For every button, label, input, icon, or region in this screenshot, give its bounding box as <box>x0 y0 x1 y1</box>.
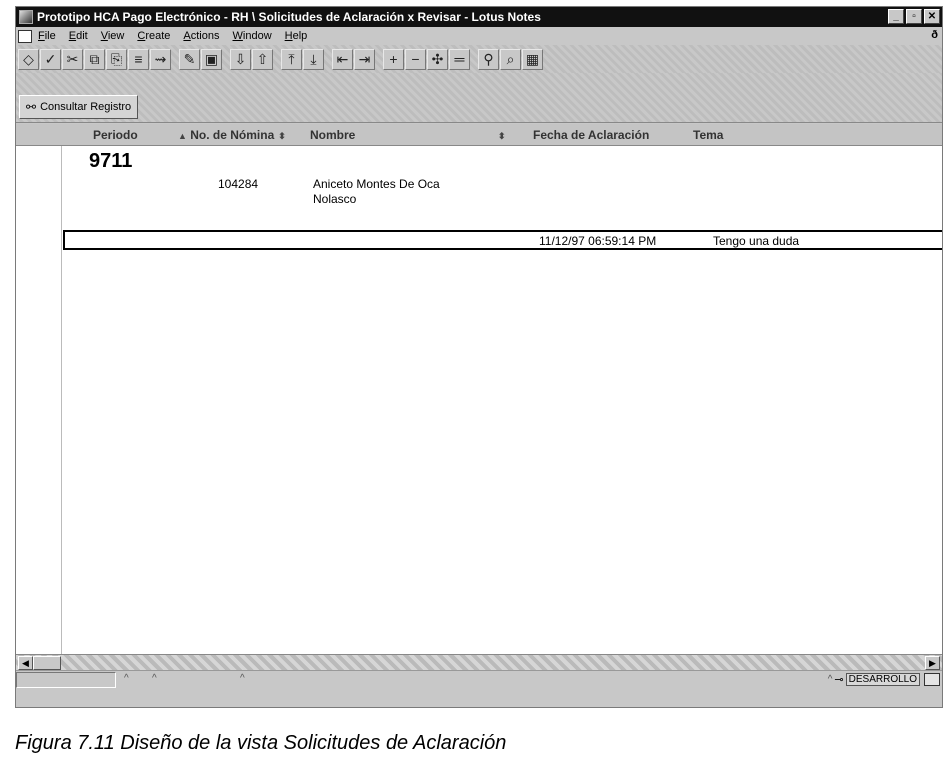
sort-toggle-icon[interactable]: ⬍ <box>278 131 286 141</box>
copy-icon[interactable]: ⧉ <box>84 48 105 70</box>
title-bar: Prototipo HCA Pago Electrónico - RH \ So… <box>16 7 942 27</box>
document-window-icon[interactable] <box>18 29 32 43</box>
menu-view[interactable]: View <box>101 30 125 42</box>
scroll-left-button[interactable]: ◀ <box>18 656 33 670</box>
menu-help[interactable]: Help <box>285 30 308 42</box>
scroll-thumb[interactable] <box>33 656 61 670</box>
column-nombre-label: Nombre <box>310 128 356 142</box>
mail-icon[interactable] <box>924 673 940 686</box>
next-unread-icon[interactable]: ⤓ <box>303 48 324 70</box>
next-main-icon[interactable]: ⇥ <box>354 48 375 70</box>
category-row[interactable]: 9711 <box>89 150 132 173</box>
sort-toggle-icon[interactable]: ⬍ <box>498 131 506 141</box>
selection-margin[interactable] <box>16 146 62 654</box>
consultar-registro-label: Consultar Registro <box>40 101 132 113</box>
cut-icon[interactable]: ✂ <box>62 48 83 70</box>
collapse-selected-icon[interactable]: ═ <box>449 48 470 70</box>
cell-fecha: 11/12/97 06:59:14 PM <box>539 234 657 248</box>
link-icon[interactable]: ⇝ <box>150 48 171 70</box>
previous-unread-icon[interactable]: ⤒ <box>281 48 302 70</box>
sort-ascending-icon[interactable]: ▲ <box>178 131 187 141</box>
column-periodo[interactable]: Periodo <box>93 128 138 142</box>
column-nombre-sort[interactable]: ⬍ <box>494 128 506 142</box>
horizontal-scrollbar[interactable]: ◀ ▶ <box>16 654 942 670</box>
smarticons-toolbar: ◇ ✓ ✂ ⧉ ⎘ ≡ ⇝ ✎ ▣ ⇩ ⇧ ⤒ ⤓ ⇤ ⇥ + − ✣ ═ ⚲ ⌕ ▦ <box>16 45 942 73</box>
menu-create[interactable]: Create <box>137 30 170 42</box>
column-nomina[interactable]: ▲ No. de Nómina ⬍ <box>174 128 286 142</box>
cell-nombre-line2[interactable]: Nolasco <box>313 192 356 206</box>
status-caret-3[interactable]: ^ <box>240 673 245 684</box>
status-caret-2[interactable]: ^ <box>152 673 157 684</box>
window-controls: _ ▫ ✕ <box>888 9 940 24</box>
find-icon[interactable]: ⌕ <box>500 48 521 70</box>
cell-tema: Tengo una duda <box>713 234 800 248</box>
status-bar: ^ ^ ^ ^ ⊸ DESARROLLO <box>16 670 942 707</box>
scroll-right-button[interactable]: ▶ <box>925 656 940 670</box>
consultar-registro-button[interactable]: ⚯ Consultar Registro <box>19 95 139 119</box>
status-segment[interactable] <box>16 672 116 688</box>
search-icon[interactable]: ⚲ <box>478 48 499 70</box>
menu-edit[interactable]: Edit <box>69 30 88 42</box>
lotus-notes-app-icon[interactable] <box>19 10 33 24</box>
smarticon-check-icon[interactable]: ✓ <box>40 48 61 70</box>
column-nomina-label: No. de Nómina <box>190 128 275 142</box>
menu-actions[interactable]: Actions <box>183 30 219 42</box>
cell-nombre[interactable]: Aniceto Montes De Oca <box>313 177 440 191</box>
column-tema[interactable]: Tema <box>693 128 723 142</box>
open-document-icon[interactable]: ▣ <box>201 48 222 70</box>
column-periodo-label: Periodo <box>93 128 138 142</box>
paste-icon[interactable]: ⎘ <box>106 48 127 70</box>
expand-icon[interactable]: ⇧ <box>252 48 273 70</box>
action-bar: ⚯ Consultar Registro <box>16 73 942 123</box>
binoculars-icon: ⚯ <box>26 100 37 114</box>
server-indicator[interactable]: ^ ⊸ DESARROLLO <box>828 673 920 686</box>
close-button[interactable]: ✕ <box>924 9 940 24</box>
column-tema-label: Tema <box>693 128 724 142</box>
categorize-icon[interactable]: ≡ <box>128 48 149 70</box>
status-caret-1[interactable]: ^ <box>124 673 129 684</box>
refresh-icon[interactable]: ▦ <box>522 48 543 70</box>
edit-document-icon[interactable]: ✎ <box>179 48 200 70</box>
column-fecha[interactable]: Fecha de Aclaración <box>533 128 649 142</box>
menu-bar: File Edit View Create Actions Window Hel… <box>16 27 942 45</box>
expand-selected-icon[interactable]: ✣ <box>427 48 448 70</box>
lotus-notes-window: Prototipo HCA Pago Electrónico - RH \ So… <box>15 6 943 708</box>
figure-caption: Figura 7.11 Diseño de la vista Solicitud… <box>15 732 507 754</box>
menu-window[interactable]: Window <box>233 30 272 42</box>
table-row[interactable]: 11/12/97 06:59:14 PM Tengo una duda <box>63 230 942 250</box>
server-name: DESARROLLO <box>845 673 920 686</box>
menu-file[interactable]: File <box>38 30 56 42</box>
server-caret: ^ <box>827 674 833 685</box>
cell-nomina[interactable]: 104284 <box>218 177 258 191</box>
document-restore-button[interactable]: ð <box>931 29 938 41</box>
collapse-icon[interactable]: ⇩ <box>230 48 251 70</box>
window-title: Prototipo HCA Pago Electrónico - RH \ So… <box>37 10 541 24</box>
minimize-button[interactable]: _ <box>888 9 904 24</box>
maximize-button[interactable]: ▫ <box>906 9 922 24</box>
navigate-icon[interactable]: ◇ <box>18 48 39 70</box>
column-header: Periodo ▲ No. de Nómina ⬍ Nombre ⬍ Fecha … <box>16 124 942 146</box>
previous-main-icon[interactable]: ⇤ <box>332 48 353 70</box>
key-icon: ⊸ <box>834 674 844 686</box>
collapse-all-icon[interactable]: − <box>405 48 426 70</box>
expand-all-icon[interactable]: + <box>383 48 404 70</box>
view-pane: Periodo ▲ No. de Nómina ⬍ Nombre ⬍ Fecha … <box>16 124 942 654</box>
column-fecha-label: Fecha de Aclaración <box>533 128 650 142</box>
column-nombre[interactable]: Nombre <box>310 128 355 142</box>
